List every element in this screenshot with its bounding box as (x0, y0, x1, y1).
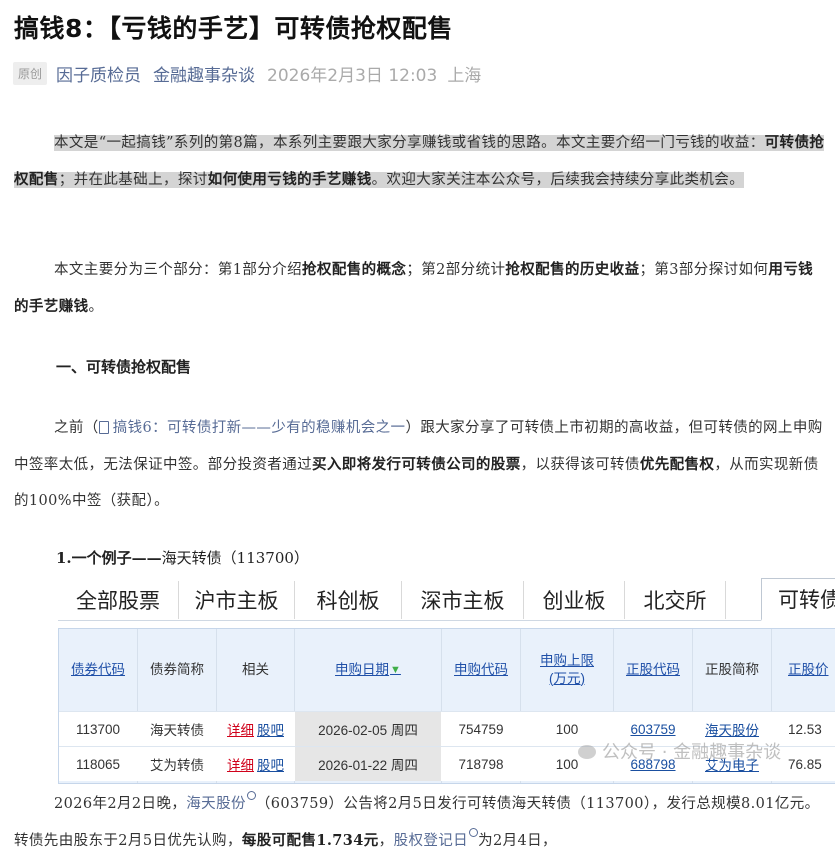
closing-text-4: 为2月4日， (478, 832, 557, 849)
intro-bold-2: 如何使用亏钱的手艺赚钱 (207, 170, 372, 188)
related-article-link[interactable]: 搞钱6：可转债打新——少有的稳赚机会之一 (98, 420, 406, 436)
outline-bold-2: 抢权配售的历史收益 (505, 261, 640, 278)
related-links: 详细 股吧 (217, 712, 294, 746)
account-link[interactable]: 金融趣事杂谈 (153, 61, 255, 86)
closing-text-1: 2026年2月2日晚， (54, 796, 187, 812)
bond-name: 海天转债 (150, 723, 204, 738)
intro-paragraph: 本文是“一起搞钱”系列的第8篇，本系列主要跟大家分享赚钱或省钱的思路。本文主要介… (14, 125, 826, 198)
record-date-link-text: 股权登记日 (393, 832, 469, 849)
related-article-link-text: 搞钱6：可转债打新——少有的稳赚机会之一 (112, 420, 406, 436)
intro-text-2: ；并在此基础上，探讨 (58, 171, 208, 188)
article-title: 搞钱8：【亏钱的手艺】可转债抢权配售 (14, 14, 453, 43)
outline-bold-1: 抢权配售的概念 (302, 261, 407, 278)
tab-all-stocks[interactable]: 全部股票 (58, 581, 179, 619)
stock-search-link[interactable]: 海天股份 (186, 791, 256, 812)
closing-text-3: ， (378, 832, 394, 849)
col-stock-code[interactable]: 正股代码 (614, 629, 692, 710)
detail-link[interactable]: 详细 (227, 719, 254, 739)
article-meta: 原创 因子质检员 金融趣事杂谈 2026年2月3日 12:03 上海 (13, 61, 491, 86)
search-icon (469, 827, 479, 837)
bond-code: 113700 (75, 721, 121, 737)
outline-text-3: ；第3部分探讨如何 (639, 262, 769, 278)
subscribe-code: 718798 (458, 756, 504, 772)
wechat-watermark: 公众号 · 金融趣事杂谈 (578, 738, 781, 764)
tab-sh-main[interactable]: 沪市主板 (179, 581, 295, 619)
publish-datetime: 2026年2月3日 12:03 (267, 65, 438, 86)
outline-paragraph: 本文主要分为三个部分：第1部分介绍抢权配售的概念；第2部分统计抢权配售的历史收益… (14, 252, 826, 325)
section-heading: 一、可转债抢权配售 (56, 358, 192, 376)
example-heading: 1.一个例子——海天转债（113700） (56, 547, 309, 568)
tab-chinext[interactable]: 创业板 (524, 581, 625, 619)
original-tag: 原创 (13, 61, 48, 85)
closing-bold-1: 每股可配售1.734元 (241, 831, 379, 849)
forum-link[interactable]: 股吧 (257, 719, 284, 739)
col-subscribe-date[interactable]: 申购日期 ▼ (295, 629, 441, 710)
before-paragraph: 之前（ 搞钱6：可转债打新——少有的稳赚机会之一）跟大家分享了可转债上市初期的高收… (14, 410, 826, 520)
col-stock-price[interactable]: 正股价 (772, 629, 835, 710)
document-icon (98, 421, 109, 434)
arrow-down-icon: ▼ (390, 663, 401, 676)
before-bold-1: 买入即将发行可转债公司的股票 (312, 455, 521, 473)
intro-text-3: 。欢迎大家关注本公众号，后续我会持续分享此类机会。 (371, 171, 745, 188)
subscribe-date: 2026-01-22 周四 (295, 747, 441, 781)
publish-location: 上海 (447, 65, 482, 86)
before-bold-2: 优先配售权 (639, 455, 715, 473)
col-bond-name: 债券简称 (150, 661, 204, 677)
wechat-icon (578, 745, 596, 759)
tab-star-market[interactable]: 科创板 (295, 581, 402, 619)
col-bond-code[interactable]: 债券代码 (59, 629, 137, 710)
intro-text-1: 本文是“一起搞钱”系列的第8篇，本系列主要跟大家分享赚钱或省钱的思路。本文主要介… (54, 135, 765, 151)
author-link[interactable]: 因子质检员 (56, 61, 141, 86)
market-tabs: 全部股票 沪市主板 科创板 深市主板 创业板 北交所 可转债 (58, 578, 835, 621)
bond-name: 艾为转债 (150, 758, 204, 773)
before-text-1: 之前（ (54, 420, 99, 436)
tab-convertible-bonds[interactable]: 可转债 (761, 578, 835, 621)
col-related: 相关 (242, 661, 269, 677)
col-subscribe-date-label: 申购日期 (335, 661, 390, 677)
bond-code: 118065 (75, 756, 121, 772)
record-date-link[interactable]: 股权登记日 (393, 827, 479, 849)
search-icon (246, 791, 256, 800)
detail-link[interactable]: 详细 (227, 754, 254, 774)
col-subscribe-limit[interactable]: 申购上限 (万元) (521, 629, 613, 710)
example-heading-rest: 海天转债（113700） (161, 549, 309, 567)
outline-text-4: 。 (88, 298, 104, 315)
tab-sz-main[interactable]: 深市主板 (402, 581, 524, 619)
forum-link[interactable]: 股吧 (257, 754, 284, 774)
tab-bse[interactable]: 北交所 (625, 581, 726, 619)
stock-search-link-text: 海天股份 (186, 796, 246, 812)
outline-text-1: 本文主要分为三个部分：第1部分介绍 (54, 262, 303, 278)
before-text-3: ，以获得该可转债 (520, 456, 640, 473)
subscribe-code: 754759 (458, 721, 504, 737)
col-subscribe-code[interactable]: 申购代码 (442, 629, 520, 710)
related-links: 详细 股吧 (217, 747, 294, 781)
closing-paragraph: 2026年2月2日晚，海天股份 （603759）公告将2月5日发行可转债海天转债（… (14, 786, 826, 859)
col-stock-name: 正股简称 (705, 661, 759, 677)
stock-price: 12.53 (788, 721, 822, 737)
example-heading-bold: 1.一个例子—— (56, 549, 162, 567)
outline-text-2: ；第2部分统计 (406, 262, 506, 278)
watermark-text: 公众号 · 金融趣事杂谈 (602, 742, 782, 763)
subscribe-date: 2026-02-05 周四 (295, 712, 441, 746)
stock-price: 76.85 (788, 756, 822, 772)
